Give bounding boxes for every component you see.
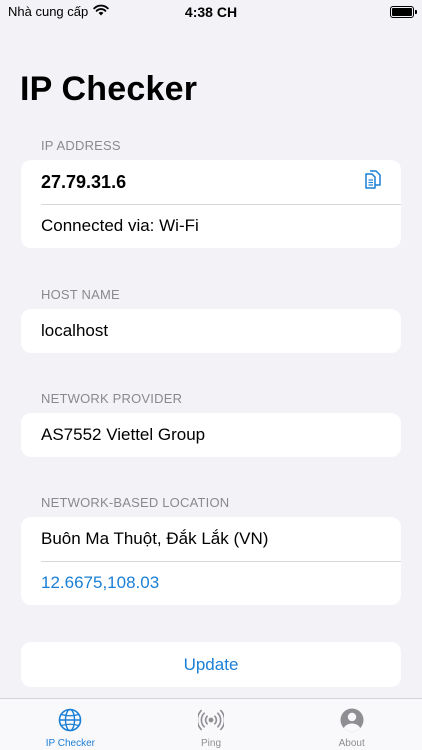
host-name-card: localhost — [21, 309, 401, 353]
location-place: Buôn Ma Thuột, Đắk Lắk (VN) — [41, 529, 269, 548]
network-provider-row: AS7552 Viettel Group — [21, 413, 401, 457]
ip-address-header: IP ADDRESS — [41, 138, 121, 153]
tab-label: Ping — [201, 738, 222, 749]
host-name-value: localhost — [41, 321, 109, 340]
connection-label: Connected via: Wi-Fi — [41, 216, 199, 235]
broadcast-icon — [196, 707, 226, 738]
battery-fill — [392, 8, 412, 16]
host-name-header: HOST NAME — [41, 287, 120, 302]
globe-icon — [57, 707, 83, 738]
tab-label: IP Checker — [45, 738, 95, 749]
status-bar: Nhà cung cấp 4:38 CH — [0, 0, 422, 26]
location-place-row: Buôn Ma Thuột, Đắk Lắk (VN) — [21, 517, 401, 561]
status-time: 4:38 CH — [184, 4, 238, 20]
tab-ping[interactable]: Ping — [141, 699, 282, 750]
ip-address-row: 27.79.31.6 — [21, 160, 401, 204]
ip-checker-screen: Nhà cung cấp 4:38 CH IP Checker IP ADDRE… — [0, 0, 422, 750]
network-provider-value: AS7552 Viettel Group — [41, 425, 206, 444]
network-provider-header: NETWORK PROVIDER — [41, 391, 183, 406]
location-card: Buôn Ma Thuột, Đắk Lắk (VN) 12.6675,108.… — [21, 517, 401, 605]
update-button[interactable]: Update — [21, 642, 401, 687]
location-header: NETWORK-BASED LOCATION — [41, 495, 230, 510]
ip-address-value: 27.79.31.6 — [41, 171, 127, 192]
tab-about[interactable]: About — [281, 699, 422, 750]
location-coordinates-link[interactable]: 12.6675,108.03 — [41, 573, 159, 593]
page-title: IP Checker — [20, 70, 198, 108]
host-name-row: localhost — [21, 309, 401, 353]
connection-row: Connected via: Wi-Fi — [21, 204, 401, 248]
tab-label: About — [338, 738, 365, 749]
battery-icon — [390, 6, 417, 18]
tab-bar: IP Checker Ping About — [0, 698, 422, 750]
tab-ip-checker[interactable]: IP Checker — [0, 699, 141, 750]
location-coordinates-row[interactable]: 12.6675,108.03 — [21, 561, 401, 605]
person-circle-icon — [339, 707, 365, 738]
copy-icon[interactable] — [363, 169, 381, 196]
ip-address-card: 27.79.31.6 Connected via: Wi-Fi — [21, 160, 401, 248]
network-provider-card: AS7552 Viettel Group — [21, 413, 401, 457]
